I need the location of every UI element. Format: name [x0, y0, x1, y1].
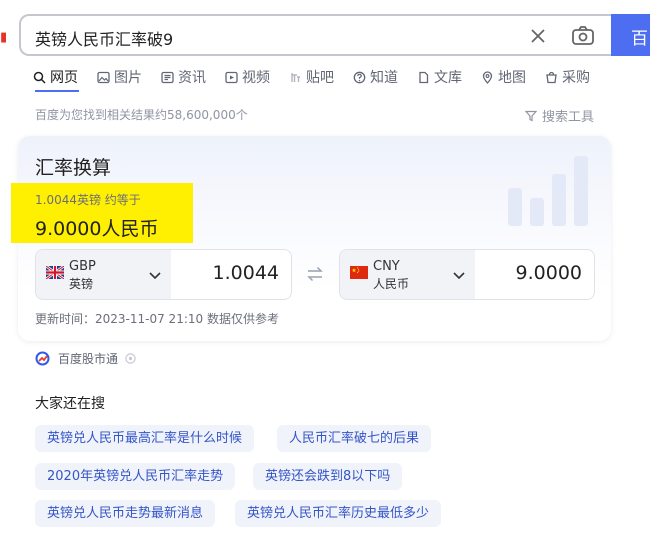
to-currency-select[interactable]: CNY 人民币: [340, 250, 475, 299]
tab-video[interactable]: 视频: [225, 66, 270, 88]
related-search-chip[interactable]: 人民币汇率破七的后果: [277, 425, 432, 452]
result-count: 百度为您找到相关结果约58,600,000个: [35, 108, 248, 122]
tab-label: 网页: [50, 70, 78, 86]
tab-web[interactable]: 网页: [33, 66, 78, 88]
to-amount-input[interactable]: 9.0000: [516, 262, 582, 284]
close-icon[interactable]: [527, 25, 549, 47]
news-icon: [161, 71, 174, 83]
map-icon: [482, 70, 493, 84]
active-tab-indicator: [35, 90, 79, 92]
related-search-chip[interactable]: 英镑兑人民币最高汇率是什么时候: [35, 425, 255, 452]
cart-icon: [546, 71, 557, 83]
from-amount-input[interactable]: 1.0044: [213, 262, 279, 284]
tab-zhidao[interactable]: 知道: [353, 66, 398, 88]
source-link[interactable]: 百度股市通: [35, 350, 136, 367]
question-icon: [353, 71, 366, 83]
image-icon: [97, 71, 110, 83]
info-icon[interactable]: [125, 353, 136, 364]
to-currency-code: CNY: [373, 259, 400, 274]
search-query: 英镑人民币汇率破9: [35, 30, 174, 49]
left-edge-fragment: ▮: [0, 30, 6, 45]
to-currency-name: 人民币: [373, 277, 410, 291]
chevron-down-icon: [149, 272, 161, 280]
document-icon: [419, 71, 429, 83]
search-input[interactable]: 英镑人民币汇率破9: [19, 14, 611, 56]
tab-label: 资讯: [178, 70, 206, 86]
tab-label: 视频: [242, 70, 270, 86]
from-currency-select[interactable]: GBP 英镑: [36, 250, 171, 299]
tab-label: 图片: [114, 70, 142, 86]
rate-summary: 1.0044英镑 约等于: [35, 193, 141, 207]
tab-label: 地图: [498, 70, 526, 86]
tab-label: 知道: [370, 70, 398, 86]
search-tools-button[interactable]: 搜索工具: [525, 106, 594, 125]
search-tools-label: 搜索工具: [542, 110, 595, 125]
tab-purchase[interactable]: 采购: [545, 66, 590, 88]
search-icon: [33, 71, 46, 84]
video-icon: [225, 71, 238, 83]
from-currency-code: GBP: [69, 259, 96, 274]
baidu-stock-logo-icon: [35, 351, 50, 366]
swap-icon[interactable]: [305, 266, 325, 282]
chart-decoration-icon: [508, 156, 588, 226]
to-currency-box: CNY 人民币 9.0000: [339, 249, 595, 300]
from-currency-box: GBP 英镑 1.0044: [35, 249, 292, 300]
tieba-icon: [291, 72, 300, 82]
filter-icon: [525, 110, 537, 121]
related-searches-title: 大家还在搜: [35, 396, 105, 412]
source-label: 百度股市通: [58, 352, 119, 366]
update-time: 更新时间：2023-11-07 21:10 数据仅供参考: [35, 312, 279, 326]
from-currency-name: 英镑: [69, 277, 94, 291]
related-search-chip[interactable]: 英镑兑人民币汇率历史最低多少: [235, 500, 442, 527]
uk-flag-icon: [46, 266, 64, 279]
nav-tabs: 网页 图片 资讯 视频 贴吧 知道 文库 地图 采购: [33, 66, 609, 92]
camera-icon[interactable]: [571, 25, 595, 47]
tab-images[interactable]: 图片: [97, 66, 142, 88]
tab-label: 文库: [434, 70, 462, 86]
tab-news[interactable]: 资讯: [161, 66, 206, 88]
exchange-rate-card: 汇率换算 1.0044英镑 约等于 9.0000人民币 GBP 英镑 1.004…: [11, 136, 611, 341]
china-flag-icon: [350, 266, 368, 279]
tab-tieba[interactable]: 贴吧: [289, 66, 334, 88]
card-title: 汇率换算: [35, 157, 112, 179]
search-button[interactable]: 百: [611, 14, 650, 56]
chevron-down-icon: [453, 272, 465, 280]
tab-label: 采购: [562, 70, 590, 86]
tab-wenku[interactable]: 文库: [417, 66, 462, 88]
related-search-chip[interactable]: 英镑还会跌到8以下吗: [253, 463, 403, 490]
related-search-chip[interactable]: 2020年英镑兑人民币汇率走势: [35, 463, 236, 490]
rate-result: 9.0000人民币: [35, 218, 159, 240]
tab-map[interactable]: 地图: [481, 66, 526, 88]
tab-label: 贴吧: [306, 70, 334, 86]
related-search-chip[interactable]: 英镑兑人民币走势最新消息: [35, 500, 216, 527]
